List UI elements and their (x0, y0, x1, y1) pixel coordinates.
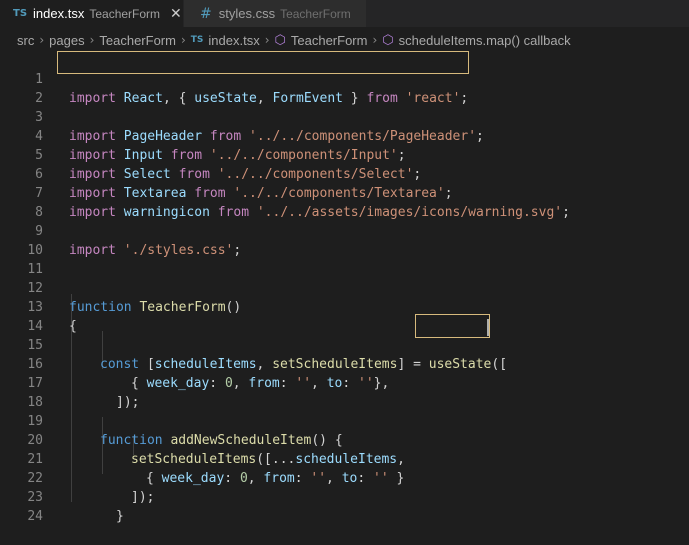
text-cursor (487, 319, 489, 336)
code-line: 13 { (27, 300, 77, 334)
chevron-right-icon: › (180, 33, 186, 47)
chevron-right-icon: › (372, 33, 378, 47)
code-line: 21 { week_day: 0, from: '', to: '' } (27, 452, 405, 486)
code-line: 24 (0, 488, 689, 524)
tab-filename: index.tsx (33, 6, 85, 21)
breadcrumb-item-callback[interactable]: ⬡ scheduleItems.map() callback (382, 33, 570, 48)
tab-index-tsx[interactable]: TS index.tsx TeacherForm ✕ (0, 0, 183, 27)
breadcrumb: src › pages › TeacherForm › TS index.tsx… (0, 29, 689, 51)
code-line: 16 { week_day: 0, from: '', to: ''}, (27, 357, 390, 391)
code-line: 3 import PageHeader from '../../componen… (35, 110, 484, 144)
breadcrumb-item-file[interactable]: TS index.tsx (191, 33, 260, 48)
code-line: 10 (0, 222, 689, 258)
code-line: 17 ]); (27, 376, 140, 410)
code-line: 8 (0, 184, 689, 220)
code-line: 9 import './styles.css'; (35, 224, 242, 258)
selection-highlight (415, 314, 490, 338)
code-line: 20 setScheduleItems([...scheduleItems, (27, 433, 405, 467)
tab-filename: styles.css (218, 6, 276, 21)
code-line: 6 import Textarea from '../../components… (35, 167, 453, 201)
chevron-right-icon: › (39, 33, 45, 47)
code-line: 23 } (27, 490, 124, 524)
line-number: 24 (27, 509, 43, 524)
breadcrumb-item-pages[interactable]: pages (49, 33, 84, 48)
symbol-cube-icon: ⬡ (382, 32, 394, 48)
tab-styles-css[interactable]: # styles.css TeacherForm (183, 0, 366, 27)
breadcrumb-item-symbol[interactable]: ⬡ TeacherForm (275, 33, 368, 48)
typescript-icon: TS (13, 8, 28, 19)
breadcrumb-symbol-label: TeacherForm (290, 32, 368, 48)
code-line: 19 function addNewScheduleItem() { (27, 414, 343, 448)
current-line-highlight (57, 51, 469, 74)
breadcrumb-callback-label: scheduleItems.map() callback (398, 32, 571, 48)
chevron-right-icon: › (89, 33, 95, 47)
close-icon[interactable]: ✕ (170, 6, 182, 22)
breadcrumb-file-label: index.tsx (208, 32, 260, 48)
tab-folder-label: TeacherForm (280, 6, 351, 21)
code-line: 14 (0, 298, 689, 334)
code-line: 18 (0, 374, 689, 410)
code-line: 12 function TeacherForm() (27, 281, 242, 315)
typescript-icon: TS (190, 35, 204, 45)
code-line: 22 ]); (27, 471, 155, 505)
breadcrumb-item-folder[interactable]: TeacherForm (99, 33, 176, 48)
editor-tab-bar: TS index.tsx TeacherForm ✕ # styles.css … (0, 0, 689, 27)
symbol-cube-icon: ⬡ (274, 32, 286, 48)
code-line: 15 const [scheduleItems, setScheduleItem… (27, 338, 508, 372)
code-line: 4 import Input from '../../components/In… (35, 129, 406, 163)
code-editor[interactable]: 1 import React, { useState, FormEvent } … (0, 51, 689, 524)
tab-folder-label: TeacherForm (89, 6, 161, 21)
code-line: 7 import warningicon from '../../assets/… (35, 186, 570, 220)
breadcrumb-item-src[interactable]: src (17, 33, 34, 48)
chevron-right-icon: › (264, 33, 270, 47)
code-line: 11 (0, 241, 689, 277)
css-hash-icon: # (200, 5, 212, 22)
code-line: 5 import Select from '../../components/S… (35, 148, 422, 182)
